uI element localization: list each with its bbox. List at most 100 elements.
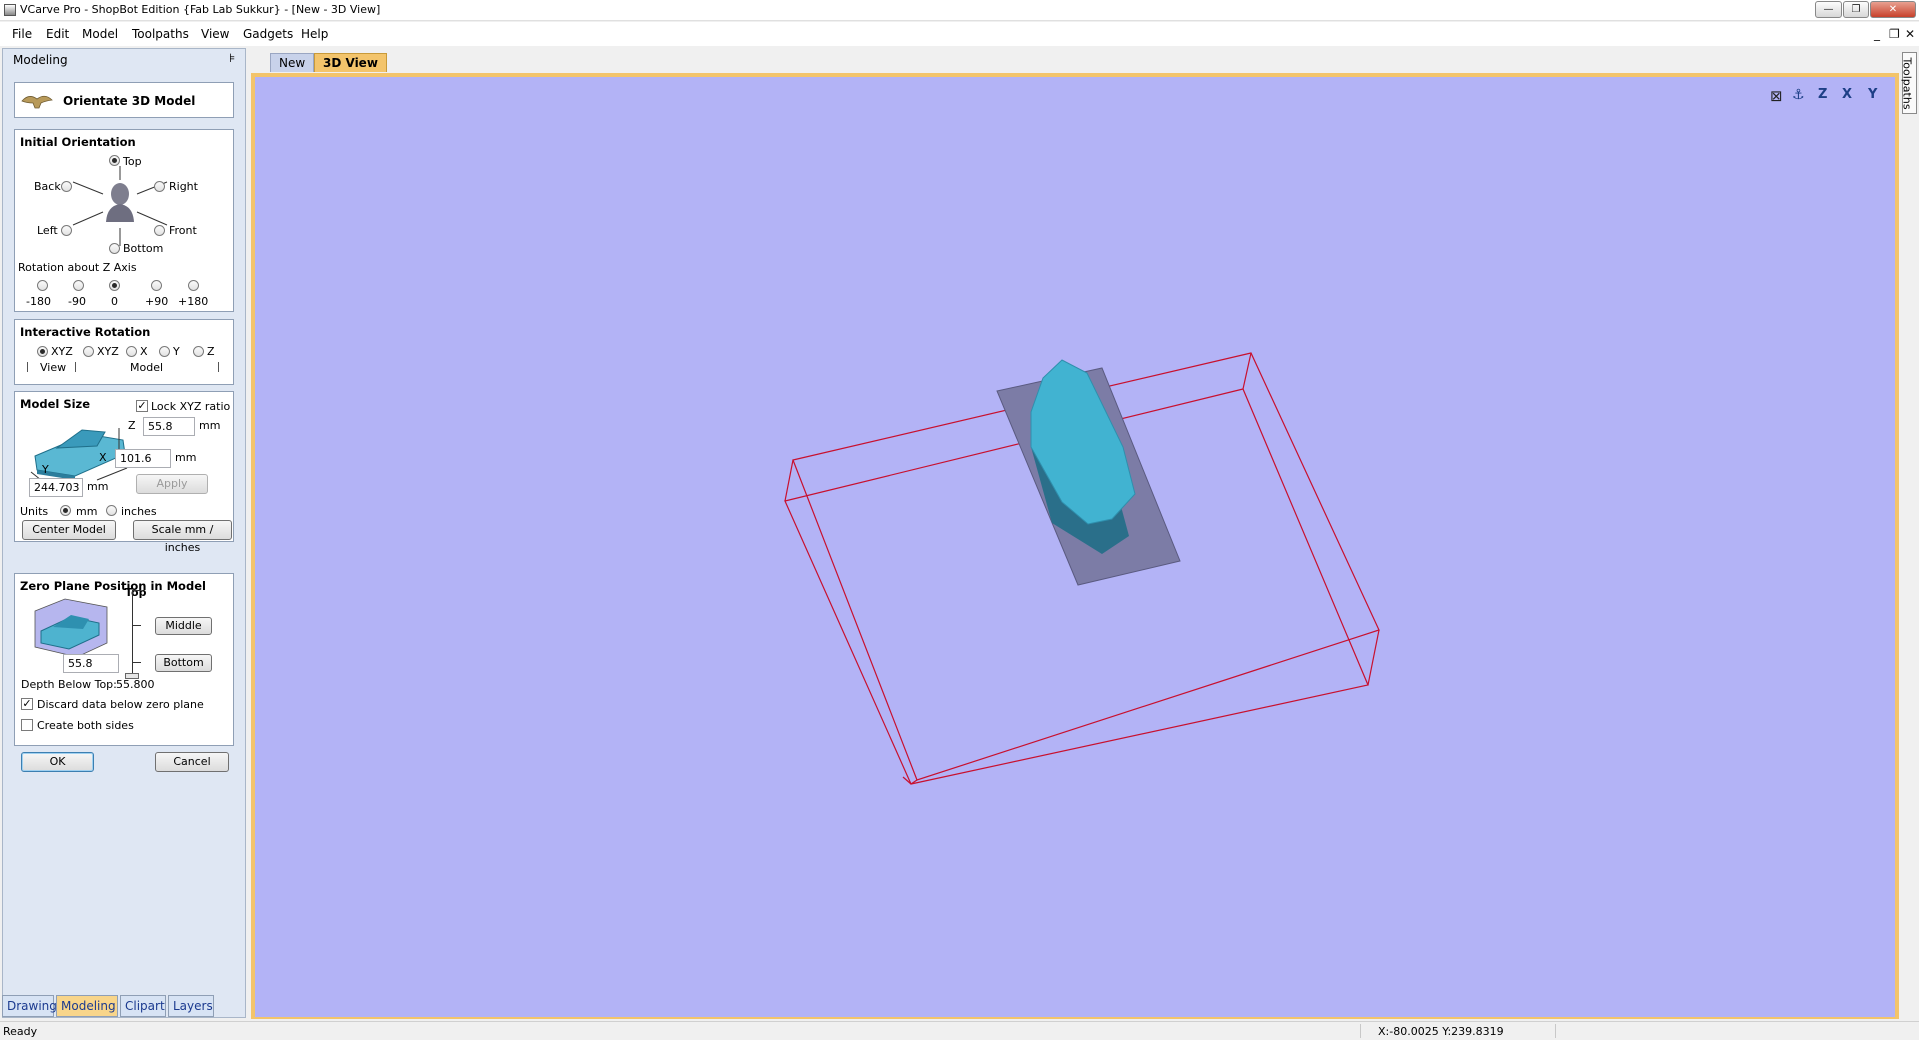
z-rotation-minus90-label: -90 [68,295,86,308]
z-rotation-0-radio[interactable] [109,280,120,291]
divider [75,362,76,372]
y-unit-label: mm [87,480,109,493]
divider [27,362,28,372]
center-model-button[interactable]: Center Model [22,520,116,540]
z-size-label: Z [128,419,136,432]
menu-help[interactable]: Help [299,27,330,41]
depth-below-top-label: Depth Below Top: [21,678,117,691]
cancel-button[interactable]: Cancel [155,752,229,772]
tab-layers[interactable]: Layers [168,995,214,1017]
z-size-input[interactable]: 55.8 [143,417,195,436]
model-size-title: Model Size [20,397,91,411]
orientation-left-label: Left [37,224,58,237]
3d-scene [784,352,1380,785]
rotation-x-label: X [140,345,148,358]
view-tab-new[interactable]: New [270,53,315,72]
model-size-group: Model Size ✓ Lock XYZ ratio Z 55.8 mm X … [14,391,234,554]
orientation-right-label: Right [169,180,198,193]
z-rotation-0-label: 0 [111,295,118,308]
pin-icon[interactable]: ⊧ [229,51,235,65]
units-inches-label: inches [121,505,157,518]
rotation-y-radio[interactable] [159,346,170,357]
ok-button[interactable]: OK [21,752,94,772]
tab-modeling[interactable]: Modeling [56,995,118,1017]
x-size-label: X [99,451,107,464]
bottom-button[interactable]: Bottom [155,654,212,672]
orientation-left-radio[interactable] [61,225,72,236]
y-size-label: Y [42,463,49,476]
units-mm-radio[interactable] [60,505,71,516]
orientation-front-radio[interactable] [154,225,165,236]
rotation-x-radio[interactable] [126,346,137,357]
menu-view[interactable]: View [199,27,231,41]
z-rotation-minus90-radio[interactable] [73,280,84,291]
form-header: Orientate 3D Model [14,82,234,118]
z-rotation-minus180-label: -180 [26,295,51,308]
view-tab-3d[interactable]: 3D View [314,53,387,72]
mdi-minimize-button[interactable]: _ [1874,27,1880,41]
orientation-top-label: Top [123,155,142,168]
panel-title: Modeling [13,53,68,67]
rotation-view-xyz-radio[interactable] [37,346,48,357]
tick [132,625,141,626]
toolpaths-side-tab[interactable]: Toolpaths [1901,52,1917,114]
z-rotation-plus180-radio[interactable] [188,280,199,291]
orientation-bottom-label: Bottom [123,242,164,255]
orientation-back-radio[interactable] [61,181,72,192]
lock-xyz-label: Lock XYZ ratio [151,400,231,413]
orientation-front-label: Front [169,224,197,237]
tick [132,590,141,591]
tab-drawing[interactable]: Drawing [2,995,57,1017]
app-icon [4,4,16,16]
create-both-sides-checkbox[interactable] [21,719,33,731]
right-strip [1900,48,1919,1018]
menu-file[interactable]: File [10,27,34,41]
z-rotation-minus180-radio[interactable] [37,280,48,291]
depth-below-top-value: 55.800 [116,678,155,691]
3d-view-canvas[interactable]: ⊠ ⚓ Z X Y [255,77,1895,1017]
menu-toolpaths[interactable]: Toolpaths [130,27,191,41]
zero-plane-preview-icon [34,598,108,658]
discard-data-checkbox[interactable]: ✓ [21,698,33,710]
mdi-close-button[interactable]: ✕ [1905,27,1915,41]
middle-button[interactable]: Middle [155,617,212,635]
maximize-button[interactable]: ❐ [1843,1,1869,18]
close-window-button[interactable]: ✕ [1870,1,1916,18]
orientation-right-radio[interactable] [154,181,165,192]
menu-model[interactable]: Model [80,27,120,41]
eagle-icon [21,95,53,109]
modeling-panel: Modeling ⊧ Orientate 3D Model Initial Or… [2,48,246,1018]
bust-model-icon [106,183,134,222]
orientation-top-radio[interactable] [109,155,120,166]
menu-edit[interactable]: Edit [44,27,71,41]
status-separator [1555,1024,1556,1038]
zero-plane-group: Zero Plane Position in Model Top Middle … [14,573,234,746]
initial-orientation-group: Initial Orientation Top Back Right Left … [14,129,234,312]
create-both-sides-label: Create both sides [37,719,134,732]
tab-clipart[interactable]: Clipart [120,995,166,1017]
z-rotation-plus90-radio[interactable] [151,280,162,291]
minimize-button[interactable]: — [1815,1,1842,18]
units-inches-radio[interactable] [106,505,117,516]
status-separator [1360,1024,1361,1038]
mdi-restore-button[interactable]: ❐ [1889,27,1900,41]
panel-header: Modeling ⊧ [3,49,245,71]
y-size-input[interactable]: 244.703 [29,478,83,497]
rotation-z-radio[interactable] [193,346,204,357]
rotation-y-label: Y [173,345,180,358]
x-size-input[interactable]: 101.6 [115,449,171,468]
tick [132,662,141,663]
rotation-model-xyz-label: XYZ [97,345,119,358]
apply-button[interactable]: Apply [136,474,208,494]
menu-gadgets[interactable]: Gadgets [241,27,295,41]
orientation-back-label: Back [34,180,61,193]
orientation-bottom-radio[interactable] [109,243,120,254]
status-text: Ready [3,1025,38,1038]
rotation-model-xyz-radio[interactable] [83,346,94,357]
scale-units-button[interactable]: Scale mm / inches [133,520,232,554]
lock-xyz-checkbox[interactable]: ✓ [136,400,148,412]
z-rotation-plus180-label: +180 [178,295,209,308]
rotation-view-xyz-label: XYZ [51,345,73,358]
zero-plane-title: Zero Plane Position in Model [20,579,206,593]
zero-plane-input[interactable]: 55.8 [63,654,119,673]
